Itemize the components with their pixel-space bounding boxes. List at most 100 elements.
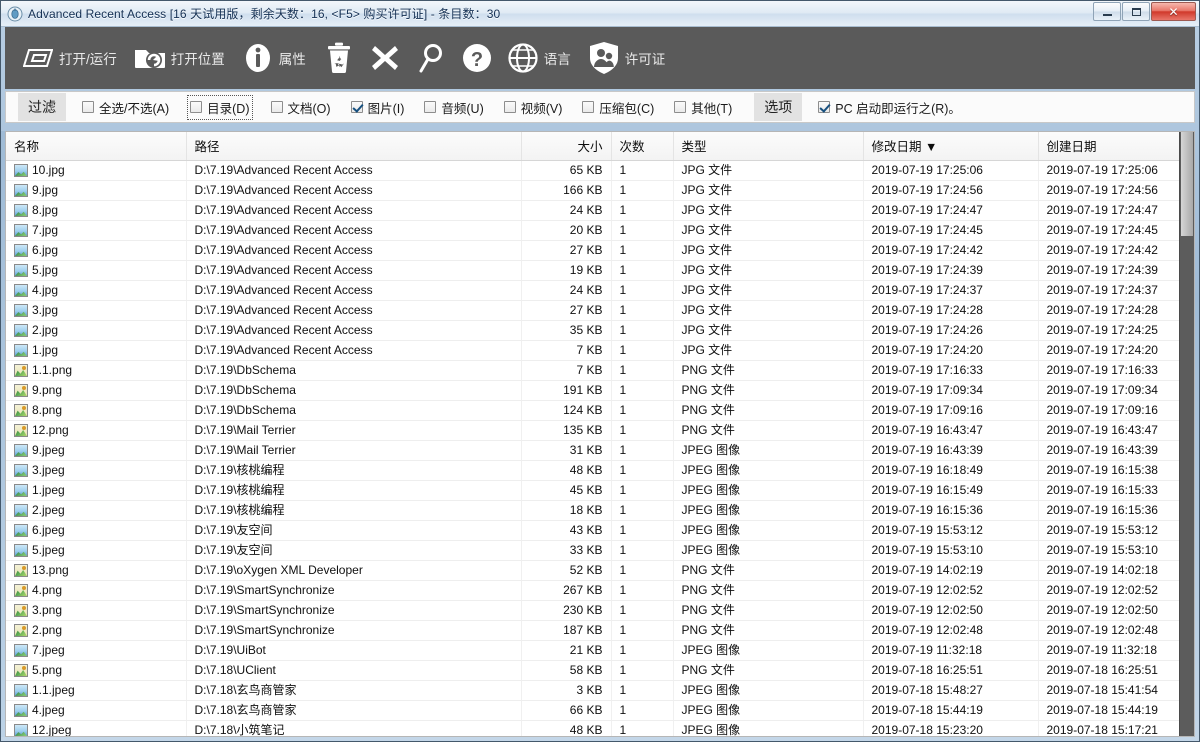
checkbox-box[interactable] <box>582 101 595 113</box>
cell-modified: 2019-07-19 17:25:06 <box>863 160 1039 181</box>
table-row[interactable]: 5.png D:\7.18\UClient 58 KB 1 PNG 文件 2019-07-… <box>6 660 1179 681</box>
column-header-modified[interactable]: 修改日期 ▼ <box>863 132 1039 161</box>
filter-checkbox-label: 文档(O) <box>287 101 331 116</box>
cell-modified: 2019-07-19 15:53:10 <box>863 540 1039 561</box>
table-row[interactable]: 7.jpeg D:\7.19\UiBot 21 KB 1 JPEG 图像 2019-07-… <box>6 640 1179 661</box>
table-row[interactable]: 8.jpg D:\7.19\Advanced Recent Access 24 KB… <box>6 200 1179 221</box>
column-header-count[interactable]: 次数 <box>611 132 674 161</box>
toolbar-delete[interactable] <box>366 27 412 89</box>
table-row[interactable]: 1.1.jpeg D:\7.18\玄鸟商管家 3 KB 1 JPEG 图像 2019-07… <box>6 680 1179 701</box>
toolbar-open-run-label: 打开/运行 <box>59 52 117 67</box>
filter-checkbox-images[interactable]: 图片(I) <box>350 98 404 117</box>
filter-checkbox-archives[interactable]: 压缩包(C) <box>582 98 654 117</box>
cell-created: 2019-07-19 17:16:33 <box>1038 360 1179 381</box>
cell-path: D:\7.19\友空间 <box>186 520 522 541</box>
file-name-text: 8.png <box>32 403 63 417</box>
cell-created: 2019-07-18 15:17:21 <box>1038 720 1179 736</box>
filter-checkbox-select-all[interactable]: 全选/不选(A) <box>82 98 169 117</box>
filter-checkbox-video[interactable]: 视频(V) <box>503 98 563 117</box>
filter-checkbox-label: 音频(U) <box>441 101 484 116</box>
table-row[interactable]: 5.jpeg D:\7.19\友空间 33 KB 1 JPEG 图像 2019-07-19… <box>6 540 1179 561</box>
toolbar-properties[interactable]: 属性 <box>239 27 320 89</box>
table-row[interactable]: 9.jpeg D:\7.19\Mail Terrier 31 KB 1 JPEG 图像 2… <box>6 440 1179 461</box>
table-row[interactable]: 9.jpg D:\7.19\Advanced Recent Access 166 K… <box>6 180 1179 201</box>
checkbox-box[interactable] <box>818 101 831 113</box>
table-row[interactable]: 13.png D:\7.19\oXygen XML Developer 52 KB 1… <box>6 560 1179 581</box>
option-checkbox-autorun[interactable]: PC 启动即运行之(R)。 <box>818 98 961 117</box>
column-header-size[interactable]: 大小 <box>521 132 612 161</box>
cell-modified: 2019-07-19 16:15:49 <box>863 480 1039 501</box>
file-name-text: 7.jpg <box>32 223 59 237</box>
cell-created: 2019-07-18 15:41:54 <box>1038 680 1179 701</box>
cell-name: 1.jpeg <box>6 480 187 501</box>
table-row[interactable]: 9.png D:\7.19\DbSchema 191 KB 1 PNG 文件 2019-0… <box>6 380 1179 401</box>
cell-type: JPG 文件 <box>673 280 864 301</box>
cell-name: 1.jpg <box>6 340 187 361</box>
toolbar-open-location-label: 打开位置 <box>170 52 225 67</box>
cell-count: 1 <box>611 700 674 721</box>
cell-created: 2019-07-19 17:24:47 <box>1038 200 1179 221</box>
table-row[interactable]: 1.1.png D:\7.19\DbSchema 7 KB 1 PNG 文件 2019-0… <box>6 360 1179 381</box>
table-row[interactable]: 1.jpeg D:\7.19\核桃编程 45 KB 1 JPEG 图像 2019-07-1… <box>6 480 1179 501</box>
table-row[interactable]: 5.jpg D:\7.19\Advanced Recent Access 19 KB… <box>6 260 1179 281</box>
column-header-path[interactable]: 路径 <box>186 132 522 161</box>
maximize-button[interactable] <box>1122 2 1150 21</box>
table-row[interactable]: 12.png D:\7.19\Mail Terrier 135 KB 1 PNG 文件 2… <box>6 420 1179 441</box>
recycle-bin-icon <box>320 39 358 77</box>
cell-modified: 2019-07-19 17:24:37 <box>863 280 1039 301</box>
table-row[interactable]: 4.png D:\7.19\SmartSynchronize 267 KB 1 PNG … <box>6 580 1179 601</box>
table-row[interactable]: 3.png D:\7.19\SmartSynchronize 230 KB 1 PNG … <box>6 600 1179 621</box>
table-row[interactable]: 7.jpg D:\7.19\Advanced Recent Access 20 KB… <box>6 220 1179 241</box>
checkbox-box[interactable] <box>270 101 283 113</box>
toolbar-license[interactable]: 许可证 <box>585 27 680 89</box>
checkbox-box[interactable] <box>674 101 687 113</box>
toolbar-language[interactable]: 语言 <box>504 27 585 89</box>
table-row[interactable]: 2.jpeg D:\7.19\核桃编程 18 KB 1 JPEG 图像 2019-07-1… <box>6 500 1179 521</box>
table-row[interactable]: 2.jpg D:\7.19\Advanced Recent Access 35 KB… <box>6 320 1179 341</box>
checkbox-box[interactable] <box>190 101 203 113</box>
close-x-icon <box>366 39 404 77</box>
toolbar-help[interactable]: ? <box>458 27 504 89</box>
filter-checkbox-label: 视频(V) <box>520 101 563 116</box>
cell-name: 7.jpeg <box>6 640 187 661</box>
cell-created: 2019-07-19 16:15:36 <box>1038 500 1179 521</box>
vertical-scrollbar[interactable] <box>1178 132 1194 736</box>
table-row[interactable]: 12.jpeg D:\7.18\小筑笔记 48 KB 1 JPEG 图像 2019-07-… <box>6 720 1179 736</box>
toolbar-open-run[interactable]: 打开/运行 <box>19 27 131 89</box>
table-row[interactable]: 3.jpeg D:\7.19\核桃编程 48 KB 1 JPEG 图像 2019-07-1… <box>6 460 1179 481</box>
cell-modified: 2019-07-18 15:23:20 <box>863 720 1039 736</box>
cell-created: 2019-07-19 16:15:38 <box>1038 460 1179 481</box>
table-row[interactable]: 1.jpg D:\7.19\Advanced Recent Access 7 KB 1… <box>6 340 1179 361</box>
table-row[interactable]: 4.jpeg D:\7.18\玄鸟商管家 66 KB 1 JPEG 图像 2019-07-… <box>6 700 1179 721</box>
checkbox-box[interactable] <box>350 101 363 113</box>
checkbox-box[interactable] <box>424 101 437 113</box>
minimize-button[interactable] <box>1093 2 1121 21</box>
toolbar-open-location[interactable]: 打开位置 <box>131 27 239 89</box>
toolbar-recycle-bin[interactable] <box>320 27 366 89</box>
cell-size: 24 KB <box>521 200 612 221</box>
filter-checkbox-documents[interactable]: 文档(O) <box>270 98 331 117</box>
close-button[interactable]: ✕ <box>1151 2 1196 21</box>
filter-checkbox-directories[interactable]: 目录(D) <box>187 94 253 120</box>
table-row[interactable]: 6.jpeg D:\7.19\友空间 43 KB 1 JPEG 图像 2019-07-19… <box>6 520 1179 541</box>
cell-count: 1 <box>611 180 674 201</box>
toolbar-search[interactable] <box>412 27 458 89</box>
checkbox-box[interactable] <box>82 101 94 113</box>
table-row[interactable]: 2.png D:\7.19\SmartSynchronize 187 KB 1 PNG … <box>6 620 1179 641</box>
checkbox-box[interactable] <box>503 101 516 113</box>
cell-path: D:\7.19\核桃编程 <box>186 480 522 501</box>
cell-type: JPG 文件 <box>673 320 864 341</box>
table-row[interactable]: 3.jpg D:\7.19\Advanced Recent Access 27 KB… <box>6 300 1179 321</box>
cell-type: JPG 文件 <box>673 220 864 241</box>
column-header-name[interactable]: 名称 <box>6 132 187 161</box>
scrollbar-thumb[interactable] <box>1180 132 1193 236</box>
cell-created: 2019-07-19 17:24:42 <box>1038 240 1179 261</box>
table-row[interactable]: 4.jpg D:\7.19\Advanced Recent Access 24 KB… <box>6 280 1179 301</box>
table-row[interactable]: 10.jpg D:\7.19\Advanced Recent Access 65 K… <box>6 160 1179 181</box>
table-row[interactable]: 8.png D:\7.19\DbSchema 124 KB 1 PNG 文件 2019-0… <box>6 400 1179 421</box>
column-header-created[interactable]: 创建日期 <box>1038 132 1179 161</box>
column-header-type[interactable]: 类型 <box>673 132 864 161</box>
filter-checkbox-audio[interactable]: 音频(U) <box>424 98 484 117</box>
table-row[interactable]: 6.jpg D:\7.19\Advanced Recent Access 27 KB… <box>6 240 1179 261</box>
filter-checkbox-others[interactable]: 其他(T) <box>674 98 732 117</box>
